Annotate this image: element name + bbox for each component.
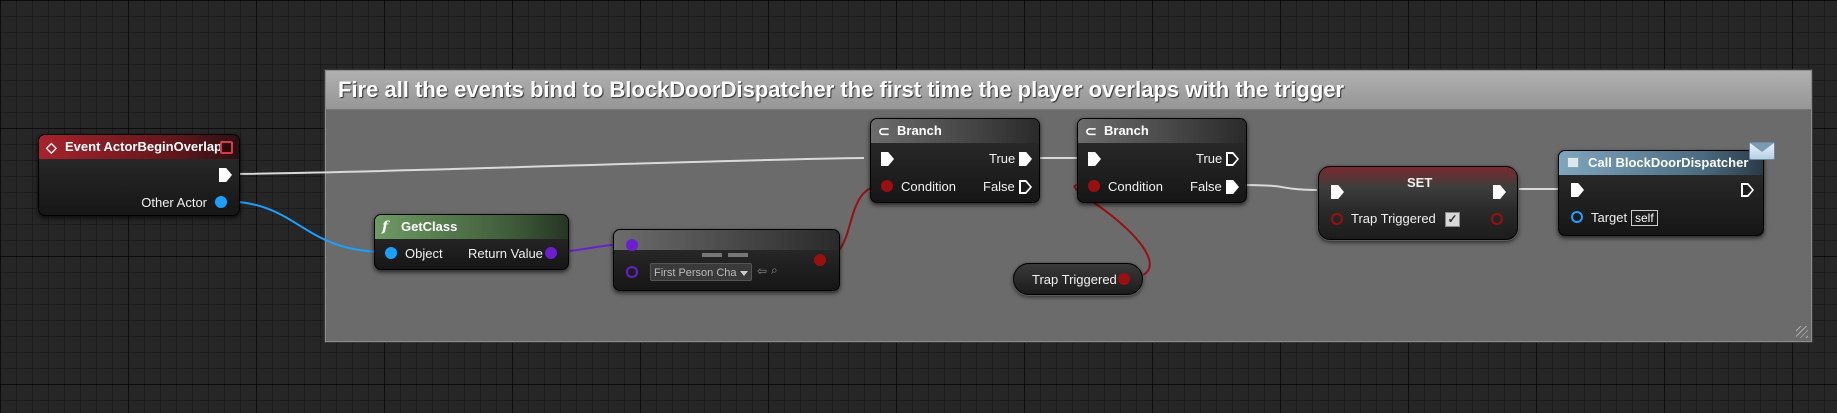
exec-wire-event-to-branch1 bbox=[231, 157, 865, 175]
equals-icon bbox=[702, 253, 748, 263]
use-selected-arrow-icon[interactable]: ⇦ bbox=[757, 264, 767, 278]
event-delegate-pin-icon[interactable] bbox=[220, 141, 233, 154]
set-exec-out-pin[interactable] bbox=[1493, 185, 1506, 199]
branch-2-true-pin[interactable] bbox=[1226, 152, 1239, 166]
object-input-pin[interactable] bbox=[385, 247, 397, 259]
object-wire bbox=[221, 200, 388, 253]
call-exec-in-pin[interactable] bbox=[1571, 183, 1584, 197]
set-exec-in-pin[interactable] bbox=[1331, 185, 1344, 199]
class-dropdown-value: First Person Cha bbox=[654, 267, 737, 279]
branch-2-title: Branch bbox=[1104, 123, 1149, 138]
other-actor-label: Other Actor bbox=[141, 195, 207, 210]
exec-wire-branch2-to-set bbox=[1239, 184, 1328, 191]
equal-result-pin[interactable] bbox=[814, 254, 826, 266]
function-icon: f bbox=[382, 219, 389, 235]
branch-2-condition-pin[interactable] bbox=[1088, 180, 1100, 192]
branch-1-false-pin[interactable] bbox=[1019, 180, 1032, 194]
browse-search-icon[interactable]: ⌕ bbox=[771, 263, 778, 278]
set-node[interactable]: SET Trap Triggered ✓ bbox=[1318, 166, 1518, 240]
branch-1-condition-pin[interactable] bbox=[881, 180, 893, 192]
get-class-node[interactable]: f GetClass Object Return Value bbox=[374, 214, 569, 270]
object-label: Object bbox=[405, 246, 443, 261]
return-value-label: Return Value bbox=[468, 246, 543, 261]
branch-1-false-label: False bbox=[983, 179, 1015, 194]
branch-1-true-pin[interactable] bbox=[1019, 152, 1032, 166]
branch-1-exec-in-pin[interactable] bbox=[881, 152, 894, 166]
call-exec-out-pin[interactable] bbox=[1741, 183, 1754, 197]
event-diamond-icon: ◇ bbox=[46, 139, 57, 155]
set-trap-triggered-label: Trap Triggered bbox=[1351, 211, 1436, 226]
call-block-door-dispatcher-node[interactable]: Call BlockDoorDispatcher Target self bbox=[1558, 150, 1764, 236]
blueprint-graph[interactable]: Fire all the events bind to BlockDoorDis… bbox=[0, 0, 1837, 413]
dispatcher-icon bbox=[1567, 157, 1579, 168]
event-actor-begin-overlap-node[interactable]: ◇ Event ActorBeginOverlap Other Actor bbox=[38, 134, 240, 216]
equal-class-node[interactable] bbox=[613, 229, 840, 291]
event-exec-out-pin[interactable] bbox=[219, 168, 232, 182]
branch-2-condition-label: Condition bbox=[1108, 179, 1163, 194]
trap-triggered-checkbox[interactable]: ✓ bbox=[1445, 212, 1460, 227]
branch-1-true-label: True bbox=[989, 151, 1016, 166]
set-trap-triggered-out-pin[interactable] bbox=[1491, 213, 1503, 225]
trap-triggered-get-label: Trap Triggered bbox=[1032, 272, 1117, 287]
branch-2-false-pin[interactable] bbox=[1226, 180, 1239, 194]
branch-2-false-label: False bbox=[1190, 179, 1222, 194]
branch-1-condition-label: Condition bbox=[901, 179, 956, 194]
set-trap-triggered-in-pin[interactable] bbox=[1331, 213, 1343, 225]
class-a-pin[interactable] bbox=[626, 239, 638, 251]
class-dropdown[interactable]: First Person Cha bbox=[650, 263, 752, 281]
chevron-down-icon bbox=[740, 271, 748, 276]
call-target-value: self bbox=[1631, 210, 1658, 226]
branch-1-title: Branch bbox=[897, 123, 942, 138]
call-target-pin[interactable] bbox=[1571, 211, 1583, 223]
return-value-pin[interactable] bbox=[545, 247, 557, 259]
call-dispatcher-title: Call BlockDoorDispatcher bbox=[1588, 155, 1749, 170]
branch-node-1[interactable]: ⊂ Branch True Condition False bbox=[870, 118, 1040, 203]
branch-2-true-label: True bbox=[1196, 151, 1223, 166]
envelope-icon bbox=[1749, 142, 1775, 160]
other-actor-pin[interactable] bbox=[215, 196, 227, 208]
class-b-pin[interactable] bbox=[626, 266, 638, 278]
branch-icon: ⊂ bbox=[1085, 123, 1097, 139]
get-class-title: GetClass bbox=[401, 219, 458, 234]
branch-2-exec-in-pin[interactable] bbox=[1088, 152, 1101, 166]
branch-node-2[interactable]: ⊂ Branch True Condition False bbox=[1077, 118, 1247, 203]
set-title: SET bbox=[1407, 175, 1433, 190]
trap-triggered-out-pin[interactable] bbox=[1118, 273, 1130, 285]
branch-icon: ⊂ bbox=[878, 123, 890, 139]
trap-triggered-get-node[interactable]: Trap Triggered bbox=[1013, 263, 1143, 295]
event-node-title: Event ActorBeginOverlap bbox=[65, 139, 223, 154]
call-target-label: Target bbox=[1591, 210, 1628, 225]
